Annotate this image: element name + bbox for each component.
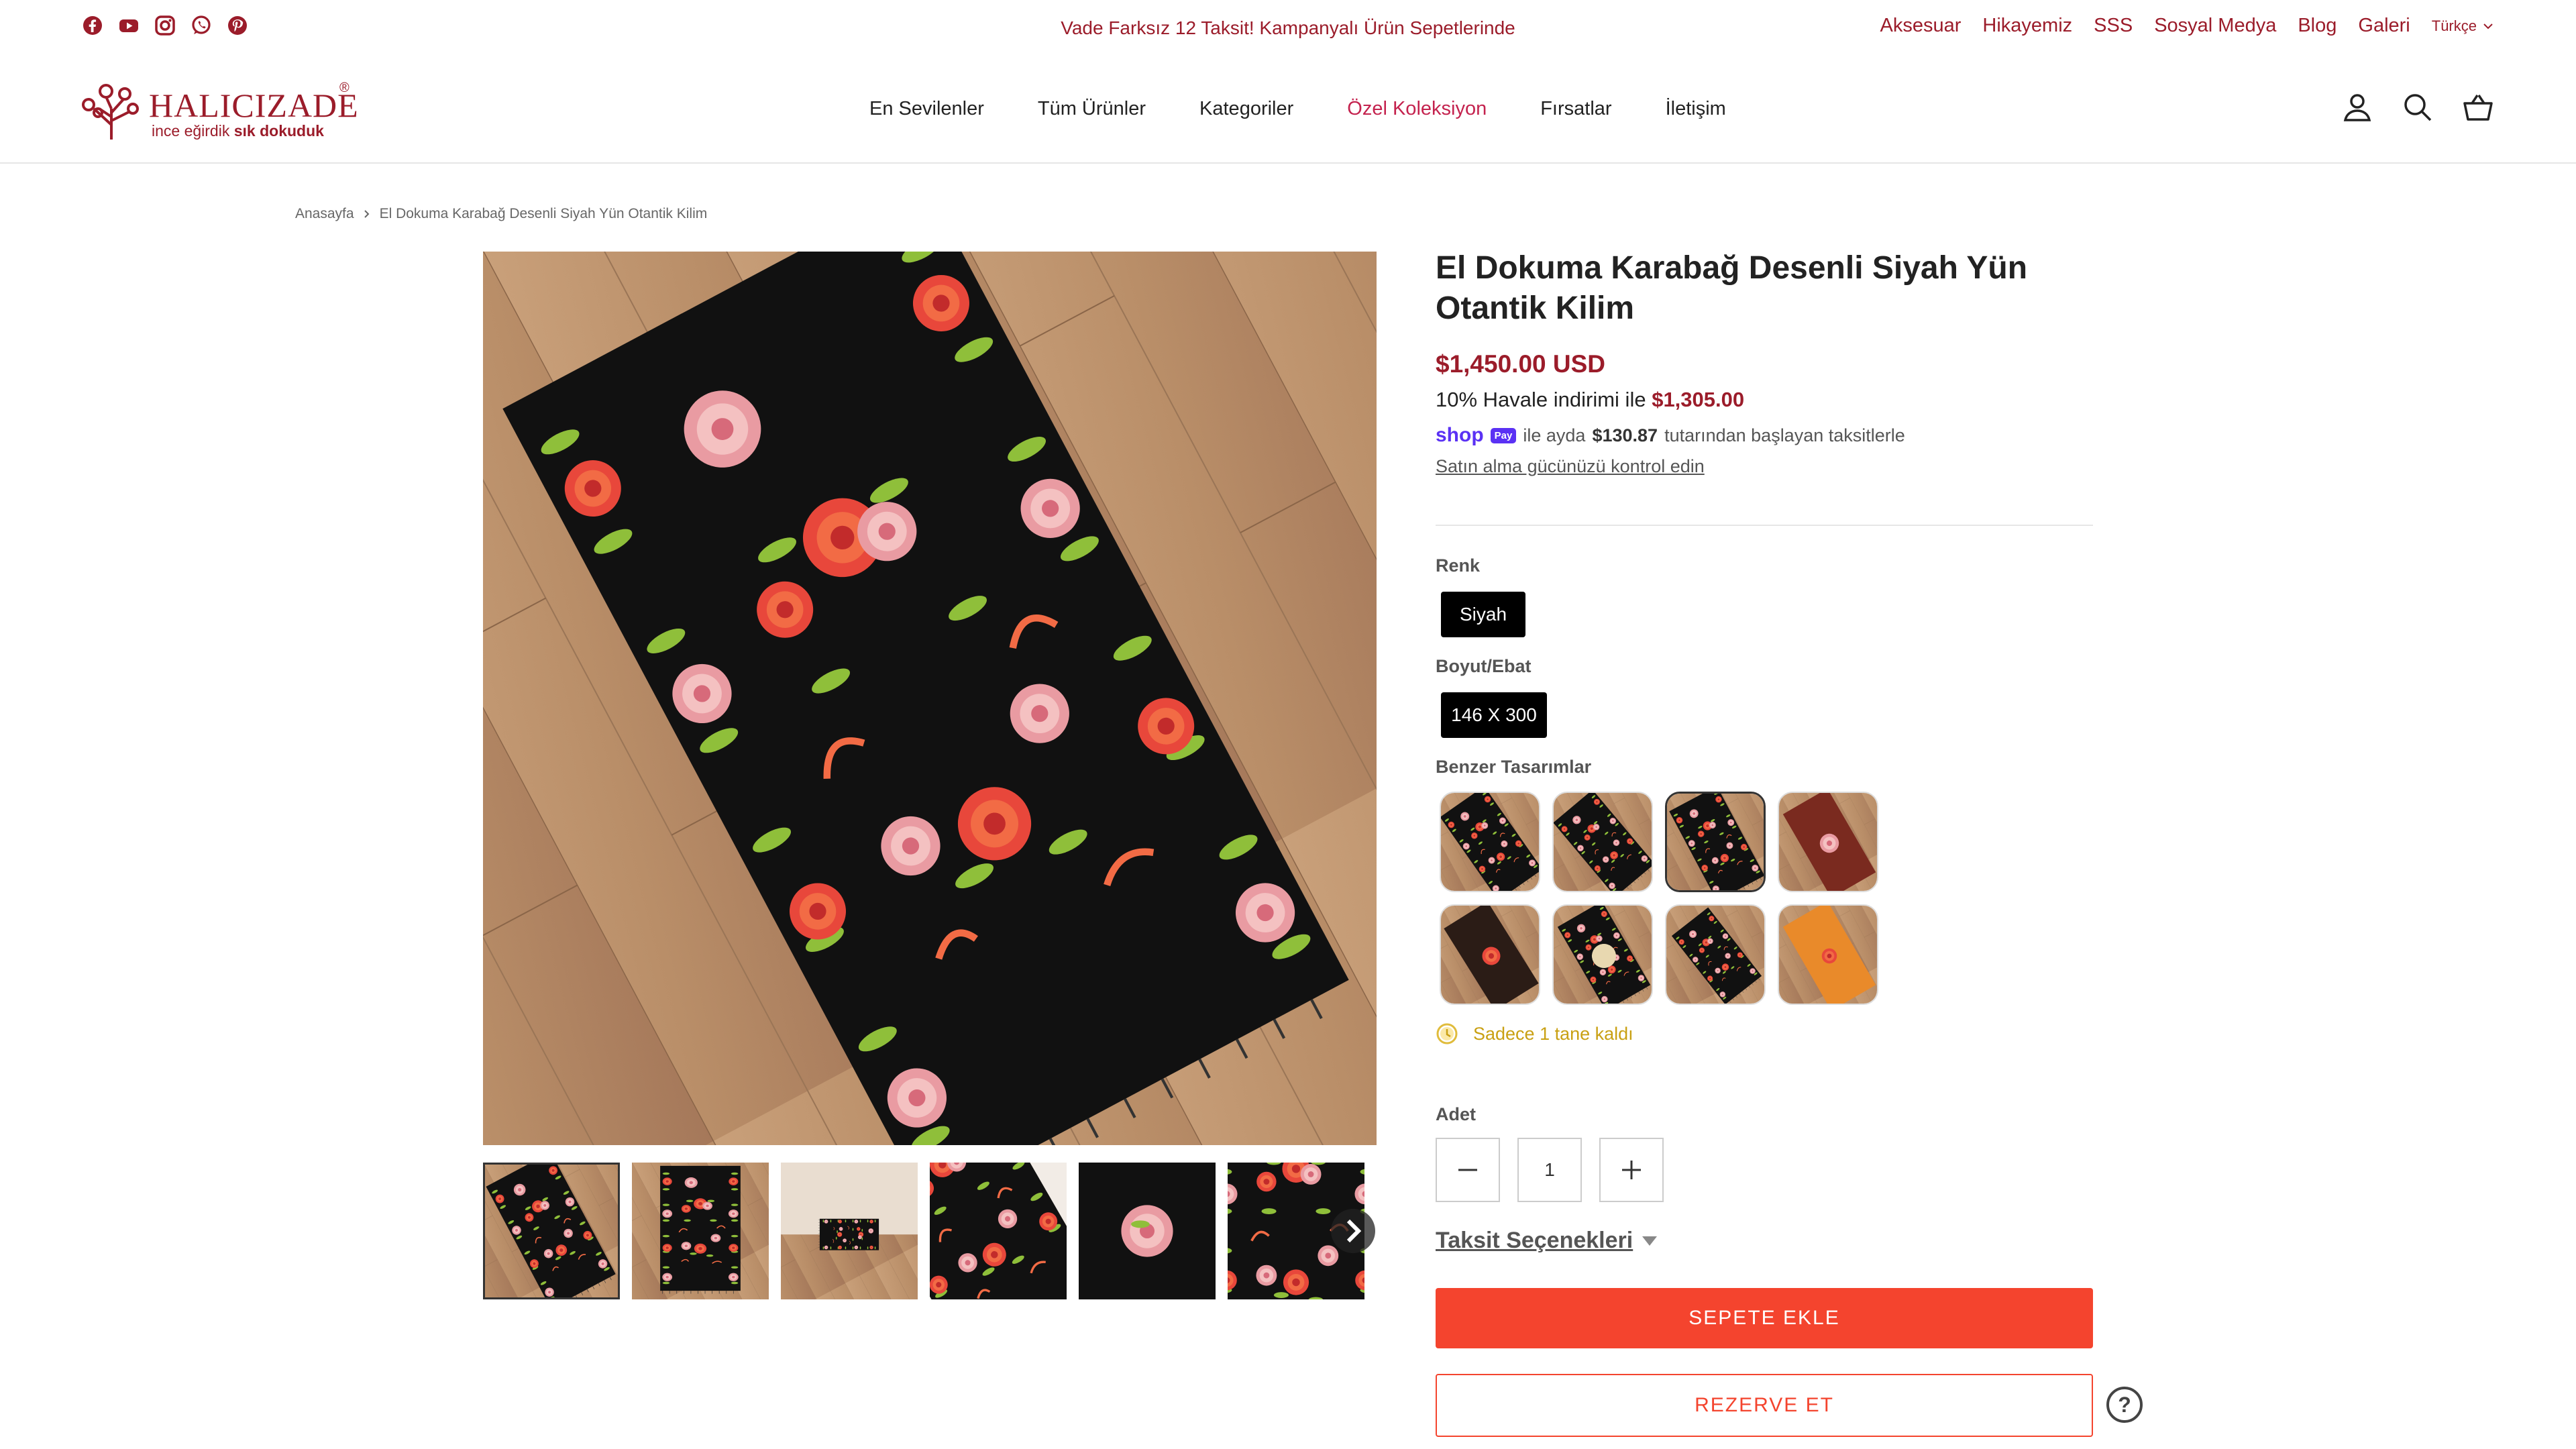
thumbnail-2[interactable] [632,1163,769,1299]
logo-wordmark: HALICIZADE [149,87,359,124]
help-icon[interactable]: ? [2106,1387,2143,1423]
chevron-right-icon [1331,1209,1375,1253]
chevron-right-icon [364,210,369,218]
breadcrumb-current: El Dokuma Karabağ Desenli Siyah Yün Otan… [379,206,708,221]
quantity-stepper: 1 [1436,1138,1664,1202]
nav-kategoriler[interactable]: Kategoriler [1199,98,1293,120]
product-price: $1,450.00 USD [1436,350,1606,378]
similar-design-3[interactable] [1665,792,1766,892]
havale-price: $1,305.00 [1652,388,1745,411]
shoppay-pre: ile ayda [1523,425,1586,445]
toplink-blog[interactable]: Blog [2298,15,2337,37]
similar-designs [1440,792,1909,1005]
logo-tagline-light: ince eğirdik [152,122,230,140]
instagram-icon[interactable] [154,15,176,36]
nav-iletisim[interactable]: İletişim [1666,98,1726,120]
installment-options-toggle[interactable]: Taksit Seçenekleri [1436,1228,1658,1254]
nav-en-sevilenler[interactable]: En Sevilenler [869,98,984,120]
minus-icon [1458,1169,1477,1171]
similar-design-2[interactable] [1552,792,1653,892]
facebook-icon[interactable] [82,15,103,36]
stock-status: Sadece 1 tane kaldı [1436,1022,1633,1045]
account-icon[interactable] [2341,91,2373,123]
clock-icon [1436,1023,1458,1044]
header-divider [0,162,2576,164]
quantity-increase-button[interactable] [1599,1138,1664,1202]
top-links: Aksesuar Hikayemiz SSS Sosyal Medya Blog… [1880,15,2494,37]
color-label: Renk [1436,555,1481,576]
social-links [82,15,248,36]
havale-text: 10% Havale indirimi ile [1436,388,1646,411]
thumbnail-5[interactable] [1079,1163,1216,1299]
nav-tum-urunler[interactable]: Tüm Ürünler [1038,98,1146,120]
installment-options-label: Taksit Seçenekleri [1436,1228,1633,1253]
language-label: Türkçe [2431,17,2477,34]
quantity-decrease-button[interactable] [1436,1138,1500,1202]
similar-design-7[interactable] [1665,904,1766,1005]
main-nav: En Sevilenler Tüm Ürünler Kategoriler Öz… [869,98,1726,120]
similar-design-5[interactable] [1440,904,1540,1005]
shoppay-badge: Pay [1490,427,1517,443]
similar-designs-label: Benzer Tasarımlar [1436,757,1592,777]
header-actions [2341,91,2494,123]
toplink-galeri[interactable]: Galeri [2358,15,2410,37]
havale-discount: 10% Havale indirimi ile $1,305.00 [1436,388,1744,412]
language-selector[interactable]: Türkçe [2432,17,2494,35]
plus-icon [1622,1161,1641,1179]
shoppay-logo: shop [1436,424,1484,446]
shoppay-amount: $130.87 [1592,425,1658,445]
quantity-input[interactable]: 1 [1517,1138,1582,1202]
toplink-hikayemiz[interactable]: Hikayemiz [1982,15,2072,37]
size-label: Boyut/Ebat [1436,656,1532,676]
chevron-down-icon [2483,23,2493,29]
breadcrumb: Anasayfa El Dokuma Karabağ Desenli Siyah… [295,206,707,222]
pinterest-icon[interactable] [227,15,248,36]
color-option-siyah[interactable]: Siyah [1441,592,1525,637]
check-purchasing-power-link[interactable]: Satın alma gücünüzü kontrol edin [1436,456,1705,477]
toplink-sss[interactable]: SSS [2094,15,2133,37]
reserve-button[interactable]: REZERVE ET [1436,1374,2093,1437]
stock-text: Sadece 1 tane kaldı [1473,1023,1633,1044]
whatsapp-icon[interactable] [191,15,212,36]
announcement-text[interactable]: Vade Farksız 12 Taksit! Kampanyalı Ürün … [1061,17,1515,38]
product-title: El Dokuma Karabağ Desenli Siyah Yün Otan… [1436,250,2028,326]
gallery-next-button[interactable] [1330,1204,1377,1258]
size-option[interactable]: 146 X 300 [1441,692,1547,738]
nav-firsatlar[interactable]: Fırsatlar [1540,98,1611,120]
similar-design-4[interactable] [1778,792,1878,892]
tree-logo-icon [82,84,139,140]
thumbnail-1[interactable] [483,1163,620,1299]
similar-design-1[interactable] [1440,792,1540,892]
shoppay-post: tutarından başlayan taksitlerle [1664,425,1905,445]
similar-design-8[interactable] [1778,904,1878,1005]
thumbnail-3[interactable] [781,1163,918,1299]
add-to-cart-button[interactable]: SEPETE EKLE [1436,1288,2093,1348]
product-main-image[interactable] [483,252,1377,1145]
logo-registered-mark: ® [339,80,350,95]
info-divider [1436,525,2093,526]
caret-down-icon [1642,1236,1658,1246]
site-logo[interactable]: HALICIZADE ® ince eğirdik sık dokuduk [79,78,361,142]
breadcrumb-home[interactable]: Anasayfa [295,206,354,222]
shoppay-installments: shop Pay ile ayda $130.87 tutarından baş… [1436,424,1905,447]
logo-tagline-bold: sık dokuduk [233,122,324,140]
logo-tagline: ince eğirdik sık dokuduk [152,122,324,140]
toplink-aksesuar[interactable]: Aksesuar [1880,15,1962,37]
thumbnail-4[interactable] [930,1163,1067,1299]
basket-icon[interactable] [2462,91,2494,123]
youtube-icon[interactable] [118,15,140,36]
thumbnail-strip [483,1163,1364,1299]
similar-design-6[interactable] [1552,904,1653,1005]
search-icon[interactable] [2402,91,2434,123]
toplink-sosyal-medya[interactable]: Sosyal Medya [2154,15,2276,37]
quantity-label: Adet [1436,1104,1476,1124]
nav-ozel-koleksiyon[interactable]: Özel Koleksiyon [1347,98,1487,120]
